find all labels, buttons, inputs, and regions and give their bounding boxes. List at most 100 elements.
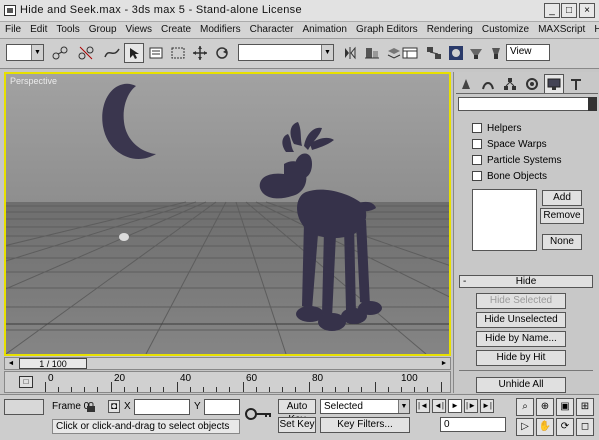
select-object-icon[interactable] [124,43,144,63]
menu-help[interactable]: Help [589,22,599,35]
menu-edit[interactable]: Edit [25,22,51,35]
hierarchy-tab-icon[interactable] [500,74,520,93]
menu-modifiers[interactable]: Modifiers [195,22,245,35]
track-bar-toggle-icon[interactable]: □ [19,376,33,388]
none-button[interactable]: None [542,234,582,250]
menu-character[interactable]: Character [245,22,298,35]
menu-file[interactable]: File [0,22,25,35]
timeline-tick [203,387,204,392]
next-frame-icon[interactable]: |► [464,399,478,413]
track-view-icon[interactable] [400,43,420,63]
hide-rollout-header[interactable]: - Hide [459,275,593,288]
command-panel: Helpers Space Warps Particle Systems Bon… [453,72,599,393]
arc-rotate-icon[interactable]: ⟳ [556,418,574,436]
panel-scrollbar[interactable] [588,97,597,111]
reference-coordinate-dropdown[interactable]: ▼ [238,44,334,61]
time-slider[interactable]: ◄ 1 / 100 ► [4,357,451,370]
category-row[interactable]: Bone Objects [472,168,592,184]
category-listbox[interactable] [472,189,537,251]
title-bar: Hide and Seek.max - 3ds max 5 - Stand-al… [0,0,599,22]
utilities-tab-icon[interactable] [566,74,586,93]
schematic-view-icon[interactable] [424,43,444,63]
menu-tools[interactable]: Tools [51,22,83,35]
remove-button[interactable]: Remove [540,208,584,224]
minimize-button[interactable]: _ [544,3,560,18]
menu-group[interactable]: Group [84,22,121,35]
pan-icon[interactable]: ✋ [536,418,554,436]
motion-tab-icon[interactable] [522,74,542,93]
menu-customize[interactable]: Customize [477,22,533,35]
time-slider-prev-icon[interactable]: ◄ [6,358,16,369]
material-editor-icon[interactable] [446,43,466,63]
timeline-label-100: 100 [401,373,418,384]
go-to-end-icon[interactable]: ►| [480,399,494,413]
play-icon[interactable]: ► [448,399,462,413]
render-scene-icon[interactable] [466,43,486,63]
region-select-icon[interactable] [168,43,188,63]
rotate-icon[interactable] [212,43,232,63]
selection-filter-dropdown[interactable]: ▼ [6,44,44,61]
app-icon[interactable] [4,5,16,16]
field-of-view-icon[interactable]: ▷ [516,418,534,436]
display-color-field[interactable] [458,97,591,111]
menu-maxscript[interactable]: MAXScript [533,22,589,35]
menu-create[interactable]: Create [156,22,195,35]
hide-selected-button[interactable]: Hide Selected [476,293,566,309]
perspective-viewport[interactable]: Perspective [4,72,451,356]
menu-animation[interactable]: Animation [298,22,351,35]
category-row[interactable]: Helpers [472,120,592,136]
x-coordinate-field[interactable] [134,399,190,415]
key-mode-dropdown[interactable]: Selected ▼ [320,399,410,414]
bind-space-warp-icon[interactable] [102,43,122,63]
menu-views[interactable]: Views [121,22,157,35]
display-tab-icon[interactable] [544,74,564,93]
key-filters-button[interactable]: Key Filters... [320,417,410,433]
bone-objects-checkbox[interactable] [472,171,482,181]
chevron-down-icon: ▼ [31,45,43,60]
mirror-icon[interactable] [340,43,360,63]
zoom-all-icon[interactable]: ⊕ [536,398,554,416]
move-icon[interactable] [190,43,210,63]
set-key-button[interactable]: Set Key [278,417,316,433]
add-button[interactable]: Add [542,190,582,206]
window-title: Hide and Seek.max - 3ds max 5 - Stand-al… [20,4,302,16]
create-tab-icon[interactable] [456,74,476,93]
absolute-mode-icon[interactable]: ◘ [108,400,120,413]
zoom-icon[interactable]: ⌕ [516,398,534,416]
modify-tab-icon[interactable] [478,74,498,93]
category-row[interactable]: Particle Systems [472,152,592,168]
quick-render-icon[interactable] [486,43,506,63]
go-to-start-icon[interactable]: |◄ [416,399,430,413]
zoom-extents-all-icon[interactable]: ⊞ [576,398,594,416]
zoom-extents-icon[interactable]: ▣ [556,398,574,416]
maximize-button[interactable]: □ [561,3,577,18]
hide-by-name-button[interactable]: Hide by Name... [476,331,566,347]
current-frame-field[interactable]: 0 [440,417,506,432]
unhide-all-button[interactable]: Unhide All [476,377,566,393]
key-icon[interactable] [244,403,272,425]
hide-unselected-button[interactable]: Hide Unselected [476,312,566,328]
time-slider-thumb[interactable]: 1 / 100 [19,358,87,369]
menu-rendering[interactable]: Rendering [422,22,477,35]
unlink-icon[interactable] [76,43,96,63]
viewport-label[interactable]: Perspective [10,76,57,86]
maxscript-listener-mini[interactable] [4,399,44,415]
helpers-checkbox[interactable] [472,123,482,133]
render-type-dropdown[interactable]: View [506,44,550,61]
track-bar[interactable]: □ 0 20 40 60 80 100 [4,371,451,393]
y-coordinate-field[interactable] [204,399,240,415]
time-slider-next-icon[interactable]: ► [439,358,449,369]
auto-key-button[interactable]: Auto Key [278,399,316,425]
previous-frame-icon[interactable]: ◄| [432,399,446,413]
particle-systems-checkbox[interactable] [472,155,482,165]
select-link-icon[interactable] [50,43,70,63]
align-icon[interactable] [362,43,382,63]
hide-by-hit-button[interactable]: Hide by Hit [476,350,566,366]
lock-icon[interactable] [86,401,96,412]
select-by-name-icon[interactable] [146,43,166,63]
close-button[interactable]: × [579,3,595,18]
maximize-viewport-icon[interactable]: ◻ [576,418,594,436]
category-row[interactable]: Space Warps [472,136,592,152]
menu-graph-editors[interactable]: Graph Editors [351,22,422,35]
space-warps-checkbox[interactable] [472,139,482,149]
